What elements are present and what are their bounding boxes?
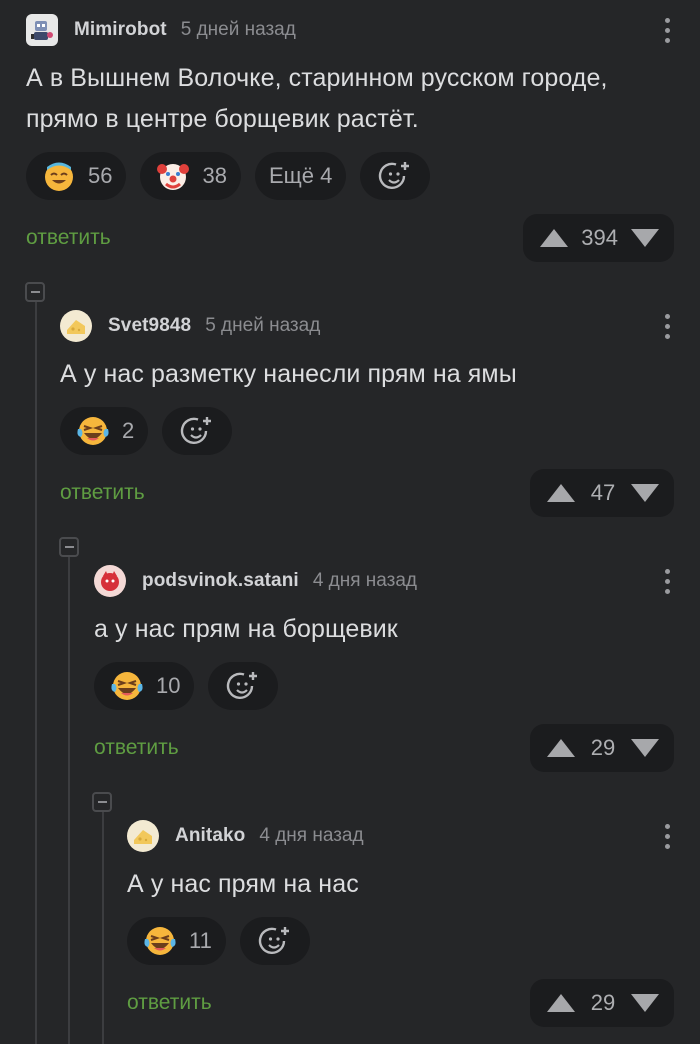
- comment: podsvinok.satani 4 дня назад а у нас пря…: [94, 565, 674, 772]
- reaction-button[interactable]: 11: [127, 917, 226, 965]
- upvote-icon[interactable]: [539, 228, 569, 248]
- comment-score: 394: [581, 225, 618, 250]
- add-reaction-button[interactable]: [239, 917, 310, 965]
- comment-author[interactable]: Anitako: [175, 825, 245, 847]
- comment-text: А у нас разметку нанесли прям на ямы: [60, 360, 517, 388]
- comment-time: 5 дней назад: [205, 315, 321, 336]
- red-creature-avatar-icon: [101, 571, 119, 591]
- comment-author[interactable]: Mimirobot: [74, 19, 167, 41]
- comment-text: а у нас прям на борщевик: [94, 615, 398, 643]
- avatar[interactable]: [127, 820, 159, 852]
- more-reactions-label: Ещё 4: [268, 163, 333, 188]
- collapse-thread-button[interactable]: [92, 792, 112, 812]
- collapse-thread-button[interactable]: [59, 537, 79, 557]
- comment-score: 47: [590, 480, 616, 505]
- comment: Svet9848 5 дней назад А у нас разметку н…: [60, 310, 674, 517]
- comments-thread: Mimirobot 5 дней назад А в Вышнем Волочк…: [0, 0, 700, 1044]
- upvote-icon[interactable]: [546, 483, 576, 503]
- comment-time: 4 дня назад: [259, 825, 364, 846]
- thread-line-level-2: [68, 556, 70, 1044]
- add-reaction-button[interactable]: [208, 662, 279, 710]
- reaction-button[interactable]: 10: [94, 662, 195, 710]
- comment-score: 29: [590, 735, 616, 760]
- avatar[interactable]: [26, 14, 58, 46]
- add-emoji-icon: [181, 417, 212, 444]
- add-emoji-icon: [258, 927, 289, 954]
- vote-box: 29: [530, 979, 674, 1027]
- add-emoji-icon: [379, 162, 410, 189]
- comment-text: А в Вышнем Волочке, старинном русском го…: [26, 64, 608, 133]
- downvote-icon[interactable]: [630, 483, 660, 503]
- reaction-count: 38: [202, 163, 227, 188]
- more-options-icon[interactable]: [660, 820, 674, 852]
- reaction-count: 11: [189, 928, 212, 953]
- add-reaction-button[interactable]: [162, 407, 233, 455]
- vote-box: 47: [530, 469, 674, 517]
- reply-link[interactable]: ответить: [26, 226, 111, 250]
- vote-box: 29: [530, 724, 674, 772]
- thread-line-level-3: [102, 811, 104, 1044]
- thread-line-level-1: [35, 300, 37, 1044]
- more-options-icon[interactable]: [660, 310, 674, 342]
- vote-box: 394: [523, 214, 674, 262]
- comment-author[interactable]: podsvinok.satani: [142, 570, 299, 592]
- collapse-thread-button[interactable]: [25, 282, 45, 302]
- robot-avatar-icon: [31, 21, 53, 40]
- clown-emoji-icon: [157, 164, 190, 190]
- comment-author[interactable]: Svet9848: [108, 315, 191, 337]
- comment: Anitako 4 дня назад А у нас прям на нас …: [127, 820, 674, 1027]
- add-emoji-icon: [227, 672, 258, 699]
- comment-time: 5 дней назад: [180, 19, 296, 40]
- reply-link[interactable]: ответить: [60, 481, 145, 505]
- reaction-count: 2: [122, 418, 135, 443]
- cheese-avatar-icon: [134, 830, 152, 844]
- reply-link[interactable]: ответить: [94, 736, 179, 760]
- smiling-sweat-emoji-icon: [45, 162, 73, 191]
- upvote-icon[interactable]: [546, 738, 576, 758]
- laughing-tears-emoji-icon: [144, 927, 176, 955]
- reaction-count: 56: [88, 163, 113, 188]
- laughing-tears-emoji-icon: [111, 672, 143, 700]
- reaction-button[interactable]: 38: [140, 152, 241, 200]
- laughing-tears-emoji-icon: [77, 417, 109, 445]
- add-reaction-button[interactable]: [360, 152, 431, 200]
- comment-text: А у нас прям на нас: [127, 870, 359, 898]
- comment-time: 4 дня назад: [312, 570, 418, 591]
- downvote-icon[interactable]: [630, 993, 660, 1013]
- cheese-avatar-icon: [67, 320, 85, 334]
- reaction-button[interactable]: 56: [26, 152, 127, 200]
- downvote-icon[interactable]: [630, 228, 660, 248]
- reaction-count: 10: [156, 673, 181, 698]
- avatar[interactable]: [60, 310, 92, 342]
- more-options-icon[interactable]: [660, 14, 674, 46]
- reply-link[interactable]: ответить: [127, 991, 212, 1015]
- reaction-button[interactable]: 2: [60, 407, 149, 455]
- more-options-icon[interactable]: [660, 565, 674, 597]
- downvote-icon[interactable]: [630, 738, 660, 758]
- more-reactions-button[interactable]: Ещё 4: [254, 152, 347, 200]
- comment-score: 29: [590, 990, 616, 1015]
- avatar[interactable]: [94, 565, 126, 597]
- upvote-icon[interactable]: [546, 993, 576, 1013]
- comment: Mimirobot 5 дней назад А в Вышнем Волочк…: [26, 14, 674, 262]
